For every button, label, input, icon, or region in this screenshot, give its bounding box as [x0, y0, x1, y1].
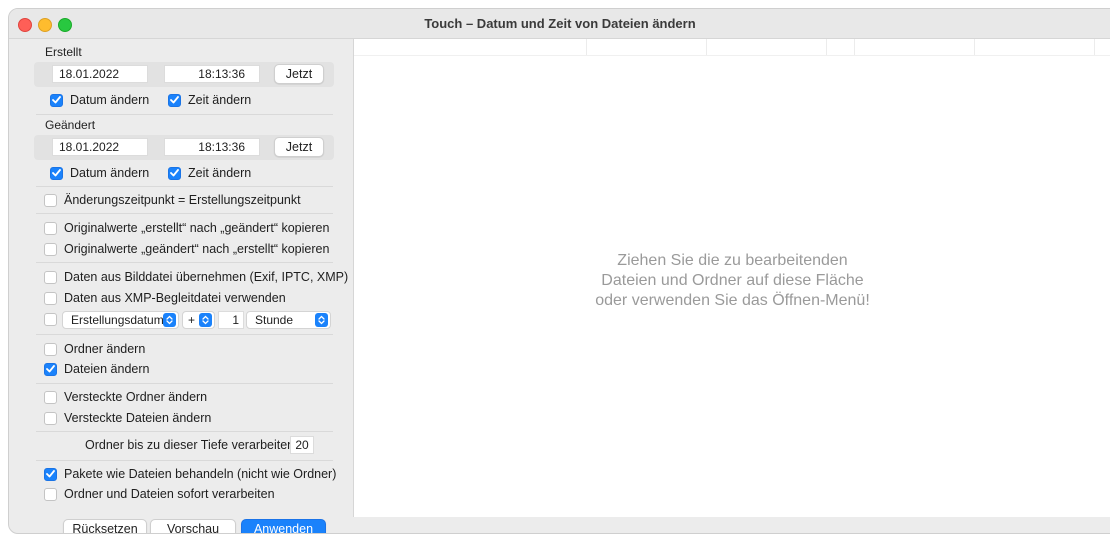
checkbox-icon	[44, 242, 57, 256]
checkbox-icon	[168, 166, 181, 180]
hidden-folders-label: Versteckte Ordner ändern	[64, 390, 208, 404]
modified-datetime-group: 18.01.2022 18:13:36 Jetzt	[34, 135, 334, 160]
modified-time-field[interactable]: 18:13:36	[164, 138, 260, 156]
created-change-time-checkbox[interactable]: Zeit ändern	[168, 93, 251, 107]
offset-amount-field[interactable]: 1	[218, 311, 244, 329]
created-time-field[interactable]: 18:13:36	[164, 65, 260, 83]
created-change-date-checkbox[interactable]: Datum ändern	[50, 93, 149, 107]
title-bar: Touch – Datum und Zeit von Dateien änder…	[9, 9, 1110, 39]
column-divider	[706, 39, 707, 55]
checkbox-icon	[50, 93, 63, 107]
drop-hint-line-2: Dateien und Ordner auf diese Fläche	[601, 272, 864, 289]
drop-hint: Ziehen Sie die zu bearbeitenden Dateien …	[354, 251, 1110, 311]
copy-created-to-modified-label: Originalwerte „erstellt“ nach „geändert“…	[64, 221, 330, 235]
hidden-files-checkbox[interactable]: Versteckte Dateien ändern	[44, 411, 211, 425]
file-drop-zone[interactable]: Ziehen Sie die zu bearbeitenden Dateien …	[353, 39, 1110, 517]
from-image-checkbox[interactable]: Daten aus Bilddatei übernehmen (Exif, IP…	[44, 270, 348, 284]
depth-label: Ordner bis zu dieser Tiefe verarbeiten:	[85, 438, 298, 452]
offset-field-popup[interactable]: Erstellungsdatum	[62, 311, 179, 329]
app-window: Touch – Datum und Zeit von Dateien änder…	[8, 8, 1110, 534]
process-immediately-label: Ordner und Dateien sofort verarbeiten	[64, 487, 275, 501]
column-divider	[586, 39, 587, 55]
settings-sidebar: Erstellt 18.01.2022 18:13:36 Jetzt Datum…	[9, 39, 353, 533]
apply-button[interactable]: Anwenden	[241, 519, 326, 533]
from-xmp-label: Daten aus XMP-Begleitdatei verwenden	[64, 291, 286, 305]
copy-modified-to-created-label: Originalwerte „geändert“ nach „erstellt“…	[64, 242, 330, 256]
divider	[36, 114, 333, 115]
modified-change-date-label: Datum ändern	[70, 166, 150, 180]
created-now-button[interactable]: Jetzt	[274, 64, 324, 84]
reset-button[interactable]: Rücksetzen	[63, 519, 147, 533]
modtime-equals-created-checkbox[interactable]: Änderungszeitpunkt = Erstellungszeitpunk…	[44, 193, 301, 207]
hidden-files-label: Versteckte Dateien ändern	[64, 411, 212, 425]
checkbox-icon	[44, 362, 57, 376]
depth-field[interactable]: 20	[290, 436, 314, 454]
modified-date-field[interactable]: 18.01.2022	[52, 138, 148, 156]
popup-chevron-icon	[315, 313, 328, 327]
modified-change-date-checkbox[interactable]: Datum ändern	[50, 166, 149, 180]
offset-unit-value: Stunde	[255, 313, 294, 327]
change-folders-label: Ordner ändern	[64, 342, 146, 356]
column-divider	[826, 39, 827, 55]
list-header	[354, 39, 1110, 56]
checkbox-icon	[50, 166, 63, 180]
hidden-folders-checkbox[interactable]: Versteckte Ordner ändern	[44, 390, 207, 404]
packages-as-files-checkbox[interactable]: Pakete wie Dateien behandeln (nicht wie …	[44, 467, 336, 481]
created-label: Erstellt	[45, 45, 82, 59]
offset-unit-popup[interactable]: Stunde	[246, 311, 331, 329]
copy-created-to-modified-checkbox[interactable]: Originalwerte „erstellt“ nach „geändert“…	[44, 221, 329, 235]
popup-chevron-icon	[199, 313, 212, 327]
checkbox-icon	[44, 270, 57, 284]
column-divider	[854, 39, 855, 55]
checkbox-icon	[44, 467, 57, 481]
modified-label: Geändert	[45, 118, 96, 132]
created-change-time-label: Zeit ändern	[188, 93, 252, 107]
drop-hint-line-3: oder verwenden Sie das Öffnen-Menü!	[595, 292, 870, 309]
created-date-field[interactable]: 18.01.2022	[52, 65, 148, 83]
offset-sign-value: +	[188, 313, 196, 327]
change-folders-checkbox[interactable]: Ordner ändern	[44, 342, 145, 356]
from-xmp-checkbox[interactable]: Daten aus XMP-Begleitdatei verwenden	[44, 291, 286, 305]
process-immediately-checkbox[interactable]: Ordner und Dateien sofort verarbeiten	[44, 487, 275, 501]
modified-change-time-label: Zeit ändern	[188, 166, 252, 180]
checkbox-icon	[44, 487, 57, 501]
drop-hint-line-1: Ziehen Sie die zu bearbeitenden	[617, 252, 848, 269]
column-divider	[974, 39, 975, 55]
preview-button[interactable]: Vorschau	[150, 519, 236, 533]
divider	[36, 262, 333, 263]
packages-as-files-label: Pakete wie Dateien behandeln (nicht wie …	[64, 467, 337, 481]
checkbox-icon	[168, 93, 181, 107]
window-title: Touch – Datum und Zeit von Dateien änder…	[424, 16, 696, 31]
checkbox-icon	[44, 313, 57, 326]
checkbox-icon	[44, 411, 57, 425]
from-image-label: Daten aus Bilddatei übernehmen (Exif, IP…	[64, 270, 349, 284]
modified-now-button[interactable]: Jetzt	[274, 137, 324, 157]
divider	[36, 213, 333, 214]
checkbox-icon	[44, 291, 57, 305]
divider	[36, 460, 333, 461]
modtime-equals-created-label: Änderungszeitpunkt = Erstellungszeitpunk…	[64, 193, 301, 207]
change-files-checkbox[interactable]: Dateien ändern	[44, 362, 149, 376]
change-files-label: Dateien ändern	[64, 362, 150, 376]
created-change-date-label: Datum ändern	[70, 93, 150, 107]
divider	[36, 383, 333, 384]
offset-sign-popup[interactable]: +	[182, 311, 215, 329]
divider	[36, 431, 333, 432]
modified-change-time-checkbox[interactable]: Zeit ändern	[168, 166, 251, 180]
copy-modified-to-created-checkbox[interactable]: Originalwerte „geändert“ nach „erstellt“…	[44, 242, 329, 256]
checkbox-icon	[44, 221, 57, 235]
popup-chevron-icon	[163, 313, 176, 327]
checkbox-icon	[44, 390, 57, 404]
offset-checkbox[interactable]	[44, 313, 57, 326]
column-divider	[1094, 39, 1095, 55]
checkbox-icon	[44, 193, 57, 207]
checkbox-icon	[44, 342, 57, 356]
offset-field-value: Erstellungsdatum	[71, 313, 164, 327]
divider	[36, 334, 333, 335]
created-datetime-group: 18.01.2022 18:13:36 Jetzt	[34, 62, 334, 87]
divider	[36, 186, 333, 187]
